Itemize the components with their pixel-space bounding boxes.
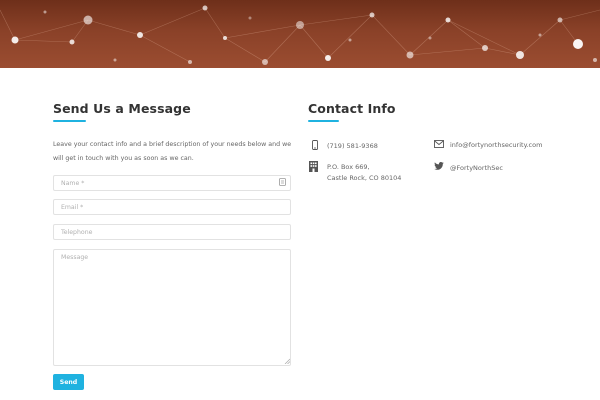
hero-banner bbox=[0, 0, 600, 68]
contact-card-icon[interactable] bbox=[279, 178, 286, 186]
name-field[interactable] bbox=[53, 175, 291, 191]
contact-email[interactable]: info@fortynorthsecurity.com bbox=[450, 139, 542, 151]
contact-twitter[interactable]: @FortyNorthSec bbox=[450, 162, 503, 174]
message-field[interactable] bbox=[53, 249, 291, 366]
network-background-image bbox=[0, 5, 600, 65]
contact-phone[interactable]: (719) 581-9368 bbox=[327, 140, 378, 152]
form-intro: Leave your contact info and a brief desc… bbox=[53, 141, 292, 162]
resize-handle-icon[interactable] bbox=[284, 358, 290, 364]
form-title: Send Us a Message bbox=[53, 101, 191, 116]
twitter-icon[interactable] bbox=[434, 162, 444, 170]
contact-title-underline bbox=[308, 120, 339, 122]
building-icon bbox=[309, 161, 318, 172]
envelope-icon bbox=[434, 140, 444, 148]
contact-title: Contact Info bbox=[308, 101, 396, 116]
send-button[interactable]: Send bbox=[53, 374, 84, 390]
phone-icon bbox=[312, 140, 318, 150]
form-title-underline bbox=[53, 120, 86, 122]
email-field[interactable] bbox=[53, 199, 291, 215]
telephone-field[interactable] bbox=[53, 224, 291, 240]
contact-address-line2: Castle Rock, CO 80104 bbox=[327, 174, 402, 182]
